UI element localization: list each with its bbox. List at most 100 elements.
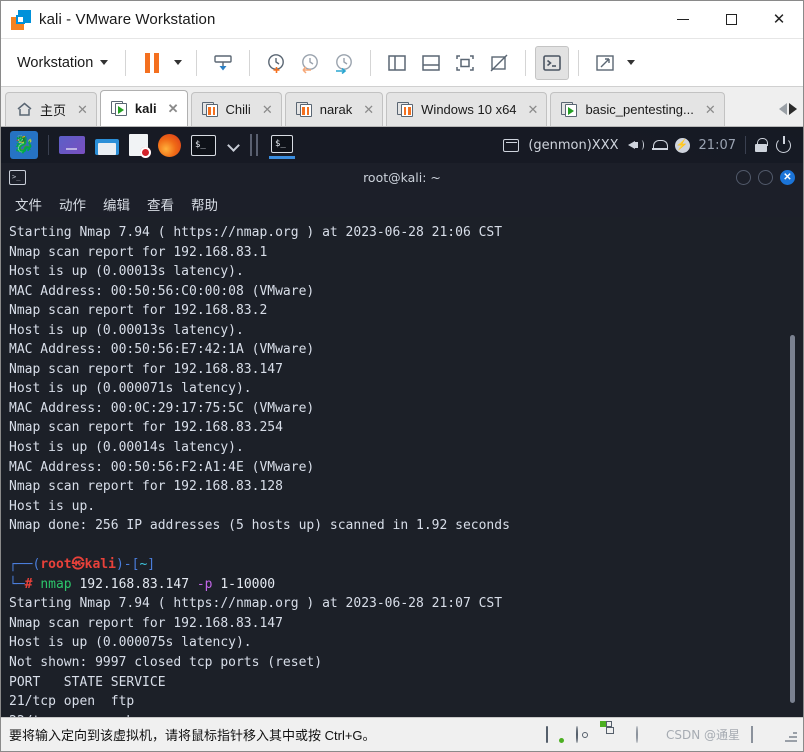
menu-help[interactable]: 帮助 — [184, 192, 225, 216]
bell-icon[interactable] — [651, 138, 668, 152]
resize-grip[interactable] — [783, 728, 797, 742]
usb-device-icon[interactable] — [635, 725, 655, 743]
system-tray: (genmon)XXX ⚡ 21:07 — [503, 135, 799, 154]
vm-console-screen[interactable]: KALI LINUX "the more you are able to hea… — [1, 127, 803, 717]
clock-label[interactable]: 21:07 — [699, 138, 736, 153]
network-adapter-device-icon[interactable] — [599, 720, 625, 743]
pause-icon — [145, 52, 160, 73]
terminal-line: Nmap scan report for 192.168.83.254 — [9, 420, 283, 436]
printer-device-icon[interactable] — [751, 725, 770, 743]
terminal-output-area[interactable]: Starting Nmap 7.94 ( https://nmap.org ) … — [1, 217, 803, 717]
show-thumbnail-bar-button[interactable] — [414, 46, 448, 80]
terminal-line: Host is up (0.00013s latency). — [9, 264, 244, 280]
tab-close-button[interactable]: ✕ — [77, 102, 88, 118]
vm-tab-bar: 主页 ✕ kali ✕ Chili ✕ narak ✕ Windows 10 x… — [1, 87, 803, 127]
tab-home[interactable]: 主页 ✕ — [5, 92, 97, 126]
menu-edit[interactable]: 编辑 — [96, 192, 137, 216]
terminal-scrollbar-thumb[interactable] — [790, 335, 795, 703]
terminal-line: Host is up (0.00014s latency). — [9, 440, 244, 456]
folder-icon — [95, 136, 119, 155]
tab-close-button[interactable]: ✕ — [528, 102, 539, 118]
workspace-switcher[interactable] — [54, 130, 90, 160]
tab-narak[interactable]: narak ✕ — [284, 92, 384, 126]
network-icon[interactable] — [503, 138, 520, 152]
terminal-scrollbar-track[interactable] — [790, 217, 799, 717]
terminal-close-button[interactable]: ✕ — [780, 169, 795, 185]
prompt-user: root — [40, 557, 72, 573]
text-editor-launcher[interactable] — [124, 130, 153, 160]
tab-basic-pentesting[interactable]: basic_pentesting... ✕ — [550, 92, 725, 126]
tab-chili[interactable]: Chili ✕ — [190, 92, 282, 126]
terminal-icon: $_ — [271, 134, 293, 153]
workstation-menu-button[interactable]: Workstation — [9, 51, 116, 75]
take-snapshot-button[interactable] — [259, 46, 293, 80]
stretch-guest-button[interactable] — [482, 46, 516, 80]
terminal-maximize-button[interactable] — [758, 169, 773, 185]
window-title: kali - VMware Workstation — [39, 11, 216, 28]
console-view-button[interactable] — [535, 45, 570, 80]
prompt-corner: ┌── — [9, 557, 33, 573]
pause-vm-button[interactable] — [135, 46, 169, 80]
scroll-left-arrow-icon[interactable] — [779, 103, 787, 115]
fullscreen-dropdown-button[interactable] — [622, 46, 640, 80]
tab-label: kali — [134, 101, 157, 116]
show-library-button[interactable] — [380, 46, 414, 80]
terminal-launcher[interactable]: $_ — [186, 130, 221, 160]
terminal-launcher-dropdown[interactable] — [221, 130, 243, 160]
send-ctrl-alt-del-button[interactable] — [206, 46, 240, 80]
tab-label: Windows 10 x64 — [421, 102, 517, 117]
terminal-line: Nmap scan report for 192.168.83.2 — [9, 303, 268, 319]
file-manager-launcher[interactable] — [90, 130, 124, 160]
toolbar-divider — [249, 49, 251, 76]
panel-bottom-icon — [422, 54, 441, 71]
terminal-minimize-button[interactable] — [736, 169, 751, 185]
hard-disk-device-icon[interactable] — [545, 725, 565, 743]
tab-windows-10-x64[interactable]: Windows 10 x64 ✕ — [386, 92, 548, 126]
tab-close-button[interactable]: ✕ — [168, 101, 179, 117]
kali-menu-button[interactable]: 🐉 — [5, 130, 43, 160]
lock-icon[interactable] — [755, 138, 768, 152]
power-icon[interactable]: ⚡ — [674, 137, 690, 153]
tab-close-button[interactable]: ✕ — [262, 102, 273, 118]
fit-guest-button[interactable] — [448, 46, 482, 80]
menu-view[interactable]: 查看 — [140, 192, 181, 216]
command-target: 192.168.83.147 — [71, 576, 197, 592]
fullscreen-button[interactable] — [588, 46, 622, 80]
pause-dropdown-button[interactable] — [169, 46, 187, 80]
manage-snapshots-button[interactable] — [327, 46, 361, 80]
terminal-line: Not shown: 9997 closed tcp ports (reset) — [9, 655, 323, 671]
genmon-label[interactable]: (genmon)XXX — [528, 138, 618, 153]
maximize-button[interactable] — [707, 1, 755, 39]
terminal-prompt-line-1: ┌──(root㉿kali)-[~] — [9, 555, 793, 575]
document-icon — [129, 134, 151, 158]
terminal-line: Nmap scan report for 192.168.83.128 — [9, 479, 283, 495]
taskbar-terminal-window[interactable]: $_ — [265, 132, 299, 159]
terminal-title: root@kali: ~ — [363, 169, 441, 185]
scroll-right-arrow-icon[interactable] — [789, 103, 797, 115]
menu-file[interactable]: 文件 — [8, 192, 49, 216]
terminal-line: Nmap scan report for 192.168.83.147 — [9, 615, 283, 631]
tab-close-button[interactable]: ✕ — [363, 102, 374, 118]
toolbar-divider — [125, 49, 127, 76]
terminal-icon: $_ — [191, 134, 216, 156]
revert-snapshot-button[interactable] — [293, 46, 327, 80]
firefox-launcher[interactable] — [153, 130, 186, 160]
tab-kali[interactable]: kali ✕ — [99, 90, 188, 126]
vmware-icon — [11, 9, 31, 30]
firefox-icon — [158, 133, 181, 157]
workstation-menu-label: Workstation — [17, 54, 94, 71]
workspace-icon — [59, 136, 85, 154]
cd-dvd-device-icon[interactable] — [575, 725, 595, 743]
terminal-titlebar: >_ root@kali: ~ ✕ — [1, 163, 803, 191]
logout-icon[interactable] — [776, 135, 791, 153]
home-icon — [16, 102, 33, 117]
prompt-at-symbol: ㉿ — [71, 557, 85, 573]
volume-icon[interactable] — [627, 138, 644, 152]
menu-actions[interactable]: 动作 — [52, 192, 93, 216]
tab-close-button[interactable]: ✕ — [705, 102, 716, 118]
minimize-button[interactable] — [659, 1, 707, 39]
terminal-line: Host is up (0.000071s latency). — [9, 381, 252, 397]
close-button[interactable]: ✕ — [755, 1, 803, 39]
prompt-bracket-close: ] — [147, 557, 156, 573]
